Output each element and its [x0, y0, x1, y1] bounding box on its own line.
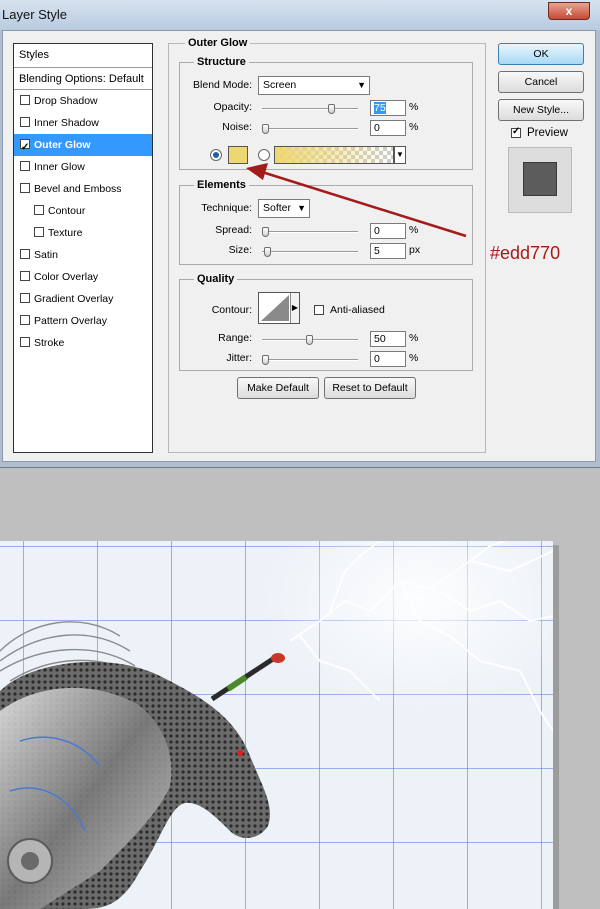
jitter-unit: %	[409, 352, 419, 364]
style-item-checkbox[interactable]	[20, 315, 30, 325]
style-item-label: Pattern Overlay	[34, 315, 107, 327]
range-input[interactable]: 50	[370, 331, 406, 347]
jitter-slider-thumb[interactable]	[262, 355, 269, 365]
jitter-label: Jitter:	[226, 352, 252, 364]
style-item-stroke[interactable]: Stroke	[14, 332, 152, 354]
range-unit: %	[409, 332, 419, 344]
jitter-slider[interactable]	[262, 355, 358, 365]
range-slider-thumb[interactable]	[306, 335, 313, 345]
range-value: 50	[374, 333, 386, 345]
anti-aliased-checkbox[interactable]	[314, 305, 324, 315]
reset-to-default-button[interactable]: Reset to Default	[324, 377, 416, 399]
style-item-pattern-overlay[interactable]: Pattern Overlay	[14, 310, 152, 332]
artwork-image	[0, 541, 553, 909]
jitter-value: 0	[374, 353, 380, 365]
style-item-label: Stroke	[34, 337, 65, 349]
document-canvas[interactable]	[0, 541, 553, 909]
jitter-input[interactable]: 0	[370, 351, 406, 367]
color-hex-annotation: #edd770	[490, 243, 561, 263]
range-label: Range:	[218, 332, 252, 344]
anti-aliased-label: Anti-aliased	[330, 304, 385, 316]
make-default-button[interactable]: Make Default	[237, 377, 319, 399]
canvas-shadow	[553, 545, 559, 909]
contour-label: Contour:	[211, 304, 252, 316]
style-item-checkbox[interactable]	[20, 337, 30, 347]
range-slider[interactable]	[262, 335, 358, 345]
